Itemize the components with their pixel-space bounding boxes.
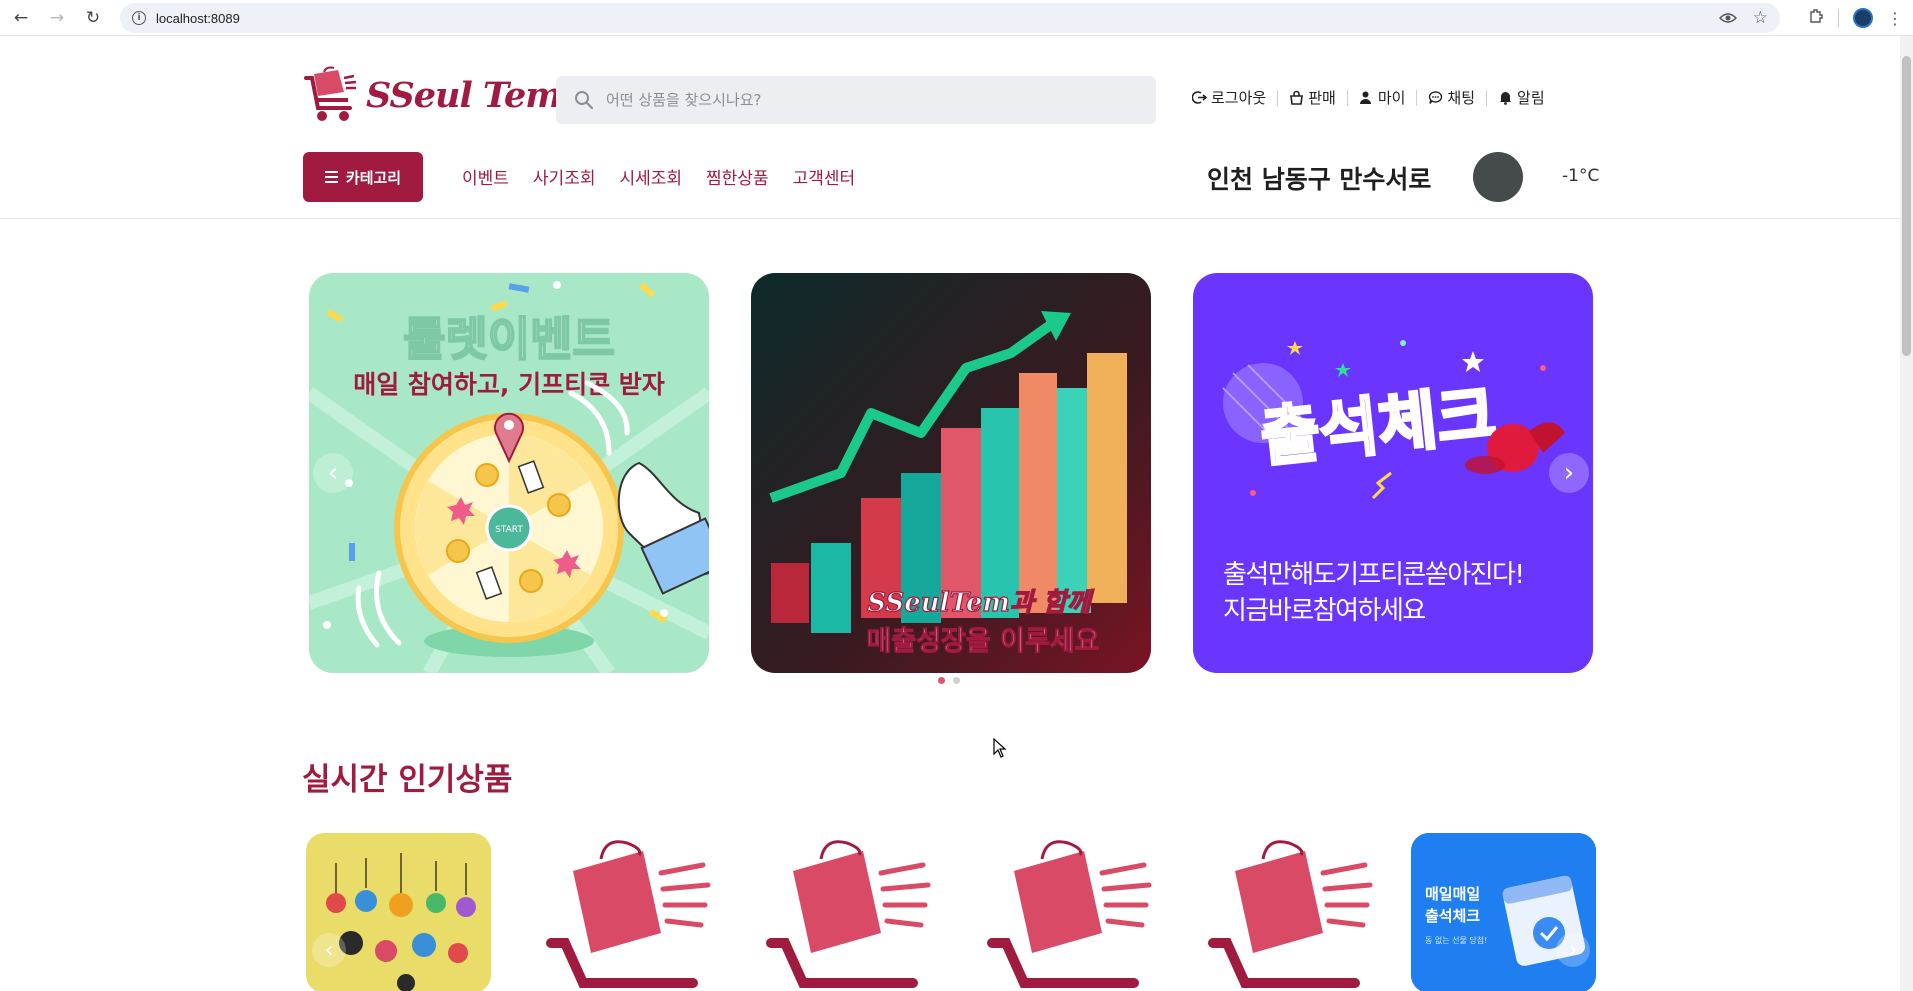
sell-link[interactable]: 판매 <box>1278 87 1347 108</box>
cart-logo-icon <box>304 66 357 121</box>
product-card[interactable] <box>543 833 728 991</box>
category-button[interactable]: 카테고리 <box>303 152 423 202</box>
logout-label: 로그아웃 <box>1211 89 1267 107</box>
temperature-text: -1°C <box>1562 166 1600 186</box>
product-prev-arrow[interactable]: ‹ <box>312 933 346 967</box>
category-label: 카테고리 <box>345 168 402 187</box>
banner-roulette-event[interactable]: 룰렛이벤트 매일 참여하고, 기프티콘 받자 START ‹ <box>309 273 709 673</box>
main-menu: 이벤트 사기조회 시세조회 찜한상품 고객센터 <box>462 164 855 189</box>
weather-icon <box>1473 152 1523 202</box>
logo-text: SSeul Tem <box>366 74 562 116</box>
product-placeholder-cart-icon <box>546 840 711 988</box>
banner3-line2: 지금바로참여하세요 <box>1223 596 1425 626</box>
scroll-thumb[interactable] <box>1902 56 1911 356</box>
product-card[interactable]: ‹ <box>306 833 491 991</box>
logout-link[interactable]: 로그아웃 <box>1192 87 1277 108</box>
notification-link[interactable]: 알림 <box>1487 87 1556 108</box>
banner2-line1: SSeulTem과 함께 <box>867 588 1095 618</box>
product-placeholder-cart-icon <box>766 840 931 988</box>
product-card[interactable] <box>1205 833 1390 991</box>
product-keychain-image <box>306 833 491 991</box>
banner-growth[interactable]: SSeulTem과 함께 매출성장을 이루세요 <box>751 273 1151 673</box>
banner-next-arrow[interactable]: › <box>1549 453 1589 493</box>
forward-icon[interactable]: → <box>42 3 72 33</box>
banner2-line2: 매출성장을 이루세요 <box>867 626 1100 657</box>
product-card[interactable] <box>984 833 1169 991</box>
product-card[interactable] <box>763 833 948 991</box>
eye-icon[interactable] <box>1718 9 1737 28</box>
url-text: localhost:8089 <box>156 10 240 26</box>
menu-item-price-check[interactable]: 시세조회 <box>619 164 682 189</box>
product-next-arrow[interactable]: › <box>1556 933 1590 967</box>
site-header: SSeul Tem 로그아웃 판매 마이 채팅 알림 <box>0 36 1900 219</box>
banner3-line1: 출석만해도기프티콘쏟아진다! <box>1223 560 1523 590</box>
site-logo[interactable]: SSeul Tem <box>304 66 562 124</box>
attendance-banner-art: 출석체크 출석만해도기프티콘쏟아진다! 지금바로참여하세요 <box>1193 273 1593 673</box>
menu-item-event[interactable]: 이벤트 <box>462 164 509 189</box>
attendance-card-line2: 출석체크 <box>1425 907 1480 925</box>
sell-icon <box>1290 90 1304 105</box>
banner-prev-arrow[interactable]: ‹ <box>313 453 353 493</box>
top-links: 로그아웃 판매 마이 채팅 알림 <box>1192 87 1556 108</box>
growth-banner-art: SSeulTem과 함께 매출성장을 이루세요 <box>751 273 1151 673</box>
banner1-title: 룰렛이벤트 <box>403 312 615 366</box>
site-info-icon[interactable]: i <box>132 11 146 25</box>
my-label: 마이 <box>1377 89 1406 107</box>
wheel-start-label: START <box>495 525 523 535</box>
more-menu-icon[interactable]: ⋮ <box>1887 9 1903 28</box>
notification-label: 알림 <box>1517 89 1545 107</box>
chat-label: 채팅 <box>1447 89 1476 107</box>
logout-icon <box>1192 91 1207 104</box>
chat-icon <box>1429 91 1443 104</box>
back-icon[interactable]: ← <box>6 3 36 33</box>
mouse-cursor-icon <box>993 738 1007 758</box>
bookmark-star-icon[interactable]: ☆ <box>1753 8 1768 28</box>
location-text: 인천 남동구 만수서로 <box>1207 165 1432 194</box>
hamburger-icon <box>324 171 338 183</box>
my-link[interactable]: 마이 <box>1348 87 1417 108</box>
profile-avatar[interactable] <box>1853 8 1873 28</box>
attendance-card-art: 매일매일 출석체크 동 없는 선물 당첨! <box>1411 833 1596 991</box>
search-bar[interactable] <box>556 76 1156 124</box>
banner1-subtitle: 매일 참여하고, 기프티콘 받자 <box>353 370 665 399</box>
roulette-banner-art: 룰렛이벤트 매일 참여하고, 기프티콘 받자 START <box>309 273 709 673</box>
menu-item-fraud-check[interactable]: 사기조회 <box>533 164 596 189</box>
banner-attendance[interactable]: 출석체크 출석만해도기프티콘쏟아진다! 지금바로참여하세요 › <box>1193 273 1593 673</box>
search-icon <box>575 91 594 110</box>
toolbar-divider <box>1838 9 1839 27</box>
reload-icon[interactable]: ↻ <box>78 3 108 33</box>
popular-section-title: 실시간 인기상품 <box>302 762 513 798</box>
attendance-card-sub: 동 없는 선물 당첨! <box>1425 935 1487 945</box>
menu-item-support[interactable]: 고객센터 <box>793 164 856 189</box>
chat-link[interactable]: 채팅 <box>1417 87 1486 108</box>
attendance-card-line1: 매일매일 <box>1425 885 1480 903</box>
browser-toolbar: ← → ↻ i localhost:8089 ☆ ⋮ <box>0 0 1913 36</box>
carousel-pagination <box>938 677 960 684</box>
product-placeholder-cart-icon <box>1208 840 1373 988</box>
address-bar[interactable]: i localhost:8089 ☆ <box>120 3 1780 33</box>
product-card-attendance[interactable]: 매일매일 출석체크 동 없는 선물 당첨! › <box>1411 833 1596 991</box>
sell-label: 판매 <box>1308 89 1336 107</box>
user-icon <box>1359 91 1371 104</box>
product-placeholder-cart-icon <box>987 840 1152 988</box>
carousel-dot[interactable] <box>953 677 960 684</box>
carousel-dot[interactable] <box>938 677 945 684</box>
extensions-icon[interactable] <box>1808 8 1824 28</box>
page-scrollbar[interactable] <box>1900 36 1913 991</box>
bell-icon <box>1500 92 1512 105</box>
search-input[interactable] <box>606 91 1126 109</box>
menu-item-wishlist[interactable]: 찜한상품 <box>706 164 769 189</box>
